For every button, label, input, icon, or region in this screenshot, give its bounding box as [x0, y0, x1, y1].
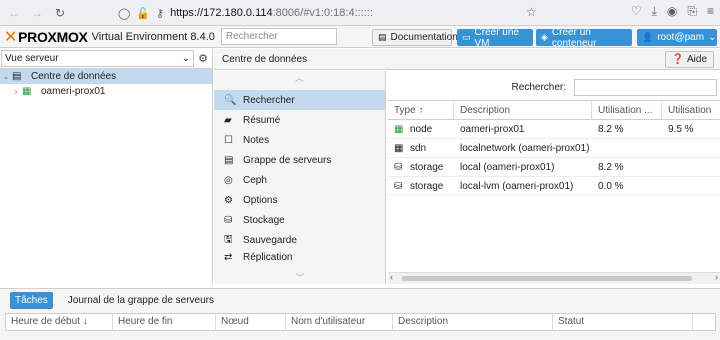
menu-item-search[interactable]: 🔍 Rechercher	[214, 90, 385, 110]
table-row[interactable]: ▦ sdn localnetwork (oameri-prox01)	[388, 140, 720, 158]
reload-icon[interactable]: ↻	[51, 4, 69, 22]
menu-item-summary[interactable]: ▰ Résumé	[214, 110, 385, 130]
proxmox-logo: ✕ PROXMOX	[4, 27, 88, 47]
col-end-time[interactable]: Heure de fin	[113, 314, 216, 330]
database-icon: ⛁	[394, 162, 403, 173]
node-icon: ▦	[394, 124, 404, 135]
chevron-down-icon: ⌄	[181, 53, 190, 64]
menu-item-replication[interactable]: ⇄ Réplication	[214, 250, 385, 264]
grid-search-label: Rechercher:	[511, 81, 566, 93]
create-vm-button[interactable]: ▭ Créer une VM	[457, 27, 533, 49]
content-header: Centre de données ❓ Aide	[214, 49, 720, 70]
tab-tasks[interactable]: Tâches	[10, 291, 53, 309]
global-search-input[interactable]: Rechercher	[220, 28, 337, 45]
scroll-left-icon[interactable]: ‹	[390, 272, 393, 282]
browser-toolbar: ← → ↻ ◯ 🔓 ⚷ https://172.180.0.114:8006/#…	[0, 0, 720, 26]
tree-item-datacenter[interactable]: ⌄ ▤ Centre de données	[0, 69, 212, 84]
documentation-button[interactable]: ▤ Documentation	[372, 29, 458, 46]
share-icon[interactable]: ⎘	[687, 4, 697, 19]
scroll-right-icon[interactable]: ›	[715, 272, 718, 282]
download-icon[interactable]: ⤓	[652, 4, 657, 19]
grid-search: Rechercher:	[390, 76, 717, 98]
search-icon: 🔍	[224, 94, 237, 106]
url-host: https://172.180.0.114	[170, 7, 273, 19]
tree-item-node[interactable]: › ▦ oameri-prox01	[0, 84, 212, 99]
url-path: :8006/#v1:0:18:4::::::	[272, 7, 373, 19]
proxmox-x-icon: ✕	[4, 28, 18, 46]
note-icon: ☐	[224, 134, 233, 146]
menu-item-notes[interactable]: ☐ Notes	[214, 130, 385, 150]
user-icon: 👤	[642, 32, 654, 42]
table-row[interactable]: ⛁ storage local (oameri-prox01) 8.2 %	[388, 159, 720, 177]
menu-item-options[interactable]: ⚙ Options	[214, 190, 385, 210]
ceph-icon: ◎	[224, 174, 233, 186]
shield-icon: ◯	[118, 7, 131, 20]
gear-icon[interactable]: ⚙	[194, 52, 212, 65]
col-description[interactable]: Description	[454, 101, 592, 120]
address-bar[interactable]: ◯ 🔓 ⚷ https://172.180.0.114:8006/#v1:0:1…	[118, 3, 548, 23]
book-icon: ▰	[224, 114, 232, 126]
help-button[interactable]: ❓ Aide	[664, 51, 714, 68]
table-row[interactable]: ⛁ storage local-lvm (oameri-prox01) 0.0 %	[388, 178, 720, 196]
brand-text: PROXMOX	[18, 28, 88, 45]
col-type[interactable]: Type ↑	[388, 101, 454, 120]
scroll-down-icon[interactable]: ﹀	[214, 271, 386, 284]
save-icon: 🖫	[224, 233, 233, 245]
version-label: Virtual Environment 8.4.0	[91, 30, 215, 43]
question-icon: ❓	[671, 54, 684, 65]
scrollbar-thumb[interactable]	[402, 276, 692, 281]
cube-icon: ◈	[541, 32, 548, 42]
forward-icon[interactable]: →	[28, 4, 46, 22]
col-usage-1[interactable]: Utilisation ...	[592, 101, 662, 120]
menu-item-ceph[interactable]: ◎ Ceph	[214, 170, 385, 190]
col-usage-2[interactable]: Utilisation	[662, 101, 720, 120]
col-status[interactable]: Statut	[553, 314, 693, 330]
book-icon: ▤	[378, 32, 387, 42]
extensions-icon[interactable]: ≡	[707, 4, 714, 19]
log-grid-header: Heure de début ↓ Heure de fin Nœud Nom d…	[5, 313, 716, 331]
col-username[interactable]: Nom d'utilisateur	[286, 314, 393, 330]
back-icon[interactable]: ←	[5, 4, 23, 22]
chevron-down-icon: ⌄	[708, 32, 717, 43]
scroll-up-icon[interactable]: ︿	[214, 71, 385, 90]
tab-cluster-log[interactable]: Journal de la grappe de serveurs	[63, 292, 219, 309]
grid-search-input[interactable]	[574, 78, 717, 96]
table-row[interactable]: ▦ node oameri-prox01 8.2 % 9.5 %	[388, 121, 720, 139]
gear-icon: ⚙	[224, 194, 233, 206]
col-start-time[interactable]: Heure de début ↓	[6, 314, 113, 330]
col-description[interactable]: Description	[393, 314, 553, 330]
horizontal-scrollbar[interactable]: ‹ ›	[388, 272, 720, 284]
create-ct-button[interactable]: ◈ Créer un conteneur	[536, 27, 632, 49]
datacenter-icon: ▤	[12, 71, 22, 82]
database-icon: ⛁	[224, 214, 233, 226]
pocket-icon[interactable]: ♡	[631, 4, 642, 19]
log-panel: Tâches Journal de la grappe de serveurs …	[0, 288, 720, 340]
chevron-right-icon[interactable]: ›	[10, 87, 22, 96]
cluster-icon: ▤	[224, 154, 234, 166]
view-selector[interactable]: Vue serveur ⌄	[1, 50, 194, 67]
sdn-icon: ▦	[394, 143, 404, 154]
datacenter-menu: ︿ 🔍 Rechercher ▰ Résumé ☐ Notes ▤ Grappe de …	[214, 71, 386, 284]
lock-warning-icon: 🔓	[136, 7, 151, 20]
menu-item-storage[interactable]: ⛁ Stockage	[214, 210, 385, 230]
col-node[interactable]: Nœud	[216, 314, 286, 330]
menu-item-cluster[interactable]: ▤ Grappe de serveurs	[214, 150, 385, 170]
user-menu-button[interactable]: 👤 root@pam ⌄	[637, 29, 717, 46]
desktop-icon: ▭	[462, 32, 471, 42]
account-icon[interactable]: ◉	[667, 4, 677, 19]
bookmark-star-icon[interactable]: ☆	[526, 5, 537, 19]
database-icon: ⛁	[394, 181, 403, 192]
retweet-icon: ⇄	[224, 251, 233, 263]
resource-tree-panel: Vue serveur ⌄ ⚙ ⌄ ▤ Centre de données › ▦…	[0, 49, 213, 284]
content-title: Centre de données	[222, 53, 308, 65]
pve-header: ✕ PROXMOX Virtual Environment 8.4.0 Rech…	[0, 26, 720, 49]
grid-header: Type ↑ Description Utilisation ... Utili…	[388, 100, 720, 120]
chevron-down-icon[interactable]: ⌄	[0, 72, 12, 81]
menu-item-backup[interactable]: 🖫 Sauvegarde	[214, 230, 385, 250]
key-icon: ⚷	[156, 7, 165, 20]
node-icon: ▦	[22, 86, 32, 97]
